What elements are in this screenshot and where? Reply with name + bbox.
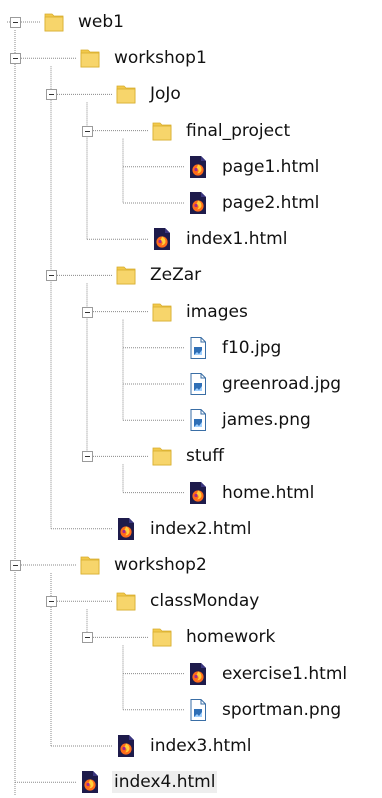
tree-file-item[interactable]: index4.html [78, 767, 218, 797]
tree-file-item[interactable]: page1.html [186, 152, 321, 182]
tree-item-label: greenroad.jpg [222, 374, 342, 394]
tree-item-label: web1 [78, 12, 124, 32]
tree-item-label: index4.html [112, 771, 218, 794]
tree-folder-item[interactable]: JoJo [114, 79, 183, 109]
folder-icon [114, 589, 138, 613]
tree-folder-item[interactable]: workshop2 [78, 550, 209, 580]
image-file-icon [186, 336, 210, 360]
tree-item-label: homework [186, 627, 276, 648]
tree-file-item[interactable]: index1.html [150, 224, 289, 254]
folder-icon [150, 444, 174, 468]
image-file-icon [186, 408, 210, 432]
tree-file-item[interactable]: exercise1.html [186, 659, 349, 689]
folder-icon [114, 82, 138, 106]
tree-file-item[interactable]: home.html [186, 478, 316, 508]
folder-icon [78, 46, 102, 70]
folder-icon [78, 553, 102, 577]
tree-item-label: page1.html [222, 156, 320, 177]
tree-item-label: index2.html [150, 518, 252, 539]
image-file-icon [186, 372, 210, 396]
firefox-html-file-icon [186, 155, 210, 179]
tree-file-item[interactable]: index3.html [114, 731, 253, 761]
tree-item-label: home.html [222, 482, 315, 503]
tree-item-label: index3.html [150, 736, 252, 756]
file-tree: web1 workshop1 JoJo final_project page1.html… [0, 0, 382, 796]
tree-file-item[interactable]: sportman.png [186, 695, 343, 725]
tree-folder-item[interactable]: web1 [42, 7, 126, 37]
collapse-minus-icon[interactable] [82, 125, 93, 137]
folder-icon [150, 300, 174, 324]
tree-folder-item[interactable]: final_project [150, 116, 292, 146]
firefox-html-file-icon [186, 191, 210, 215]
image-file-icon [186, 698, 210, 722]
tree-item-label: classMonday [150, 591, 260, 612]
collapse-minus-icon[interactable] [82, 632, 93, 644]
collapse-minus-icon[interactable] [10, 560, 21, 571]
firefox-html-file-icon [186, 662, 210, 686]
firefox-html-file-icon [78, 770, 102, 794]
tree-item-label: james.png [222, 410, 311, 431]
tree-item-label: exercise1.html [222, 663, 348, 684]
firefox-html-file-icon [114, 517, 138, 541]
folder-icon [42, 10, 66, 34]
tree-item-label: JoJo [150, 84, 181, 105]
collapse-minus-icon[interactable] [10, 53, 21, 65]
folder-icon [150, 119, 174, 143]
folder-icon [150, 625, 174, 649]
collapse-minus-icon[interactable] [82, 451, 93, 463]
collapse-minus-icon[interactable] [46, 270, 57, 282]
tree-file-item[interactable]: f10.jpg [186, 333, 283, 363]
tree-item-label: stuff [186, 446, 225, 467]
tree-folder-item[interactable]: homework [150, 622, 277, 652]
tree-item-label: workshop2 [114, 555, 207, 575]
tree-item-label: page2.html [222, 193, 320, 213]
tree-file-item[interactable]: james.png [186, 405, 313, 435]
collapse-minus-icon[interactable] [46, 89, 57, 101]
tree-folder-item[interactable]: images [150, 297, 250, 327]
tree-file-item[interactable]: index2.html [114, 514, 253, 544]
tree-folder-item[interactable]: ZeZar [114, 260, 203, 290]
collapse-minus-icon[interactable] [82, 306, 93, 318]
tree-item-label: workshop1 [114, 48, 207, 69]
collapse-minus-icon[interactable] [10, 17, 21, 28]
tree-item-label: f10.jpg [222, 337, 282, 358]
firefox-html-file-icon [150, 227, 174, 251]
tree-folder-item[interactable]: stuff [150, 441, 226, 471]
tree-item-label: ZeZar [150, 265, 202, 286]
firefox-html-file-icon [114, 734, 138, 758]
firefox-html-file-icon [186, 481, 210, 505]
tree-folder-item[interactable]: workshop1 [78, 43, 209, 73]
collapse-minus-icon[interactable] [46, 596, 57, 608]
tree-item-label: sportman.png [222, 699, 342, 720]
tree-file-item[interactable]: page2.html [186, 188, 321, 218]
tree-file-item[interactable]: greenroad.jpg [186, 369, 343, 399]
tree-item-label: images [186, 301, 248, 322]
folder-icon [114, 263, 138, 287]
tree-item-label: final_project [186, 120, 291, 141]
tree-folder-item[interactable]: classMonday [114, 586, 261, 616]
tree-item-label: index1.html [186, 229, 288, 250]
